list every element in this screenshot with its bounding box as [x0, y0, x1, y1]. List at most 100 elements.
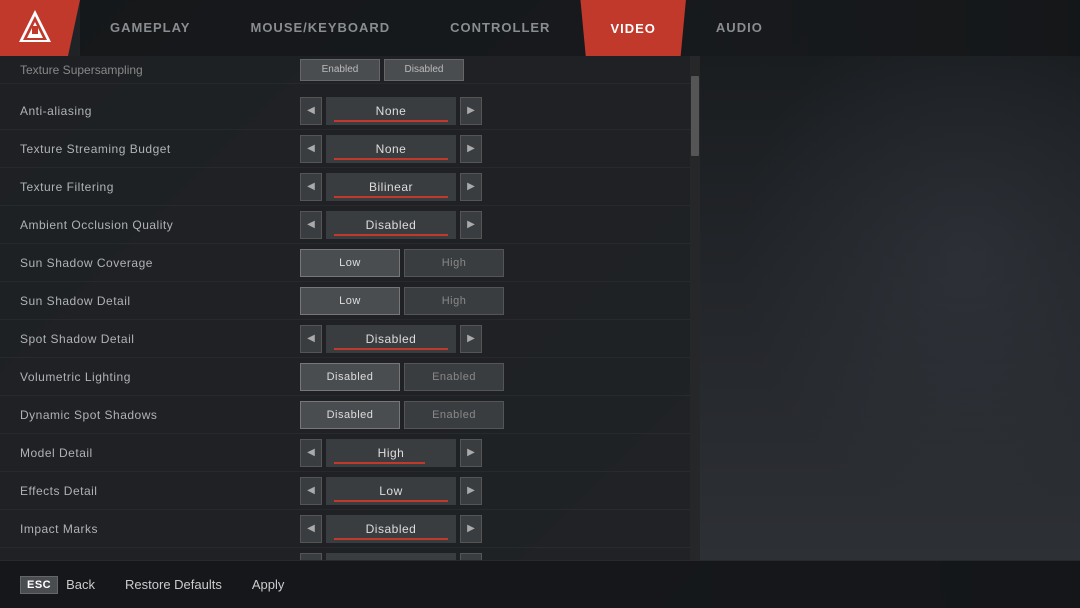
control-model-detail: ◀ High ▶ — [300, 439, 684, 467]
selector-ambient-occlusion: ◀ Disabled ▶ — [300, 211, 482, 239]
partial-row: Texture Supersampling Enabled Disabled — [0, 56, 700, 84]
tab-gameplay[interactable]: GAMEPLAY — [80, 0, 220, 56]
tab-mouse-keyboard[interactable]: MOUSE/KEYBOARD — [220, 0, 420, 56]
apply-label: Apply — [252, 577, 285, 592]
settings-list: Anti-aliasing ◀ None ▶ Texture Streaming… — [0, 84, 700, 560]
setting-row-impact-marks: Impact Marks ◀ Disabled ▶ — [0, 510, 700, 548]
toggle-volumetric-lighting: Disabled Enabled — [300, 363, 504, 391]
restore-defaults-label: Restore Defaults — [125, 577, 222, 592]
underline-effects-detail — [334, 500, 448, 502]
apex-logo-icon — [13, 6, 57, 50]
value-spot-shadow-detail: Disabled — [326, 325, 456, 353]
setting-row-ambient-occlusion: Ambient Occlusion Quality ◀ Disabled ▶ — [0, 206, 700, 244]
back-action[interactable]: ESC Back — [20, 576, 95, 594]
label-anti-aliasing: Anti-aliasing — [20, 104, 300, 118]
arrow-right-ragdolls[interactable]: ▶ — [460, 553, 482, 561]
setting-row-spot-shadow-detail: Spot Shadow Detail ◀ Disabled ▶ — [0, 320, 700, 358]
arrow-left-impact-marks[interactable]: ◀ — [300, 515, 322, 543]
toggle-sun-detail-low[interactable]: Low — [300, 287, 400, 315]
value-anti-aliasing: None — [326, 97, 456, 125]
content-area: Texture Supersampling Enabled Disabled A… — [0, 56, 1080, 560]
selector-anti-aliasing: ◀ None ▶ — [300, 97, 482, 125]
toggle-sun-shadow-detail: Low High — [300, 287, 504, 315]
apply-action[interactable]: Apply — [252, 577, 285, 592]
arrow-left-spot-shadow[interactable]: ◀ — [300, 325, 322, 353]
arrow-left-anti-aliasing[interactable]: ◀ — [300, 97, 322, 125]
nav-bar: GAMEPLAY MOUSE/KEYBOARD CONTROLLER VIDEO… — [0, 0, 1080, 56]
tab-video[interactable]: VIDEO — [580, 0, 685, 56]
arrow-right-spot-shadow[interactable]: ▶ — [460, 325, 482, 353]
arrow-left-model-detail[interactable]: ◀ — [300, 439, 322, 467]
restore-defaults-action[interactable]: Restore Defaults — [125, 577, 222, 592]
value-impact-marks: Disabled — [326, 515, 456, 543]
control-volumetric-lighting: Disabled Enabled — [300, 363, 684, 391]
toggle-sun-detail-high[interactable]: High — [404, 287, 504, 315]
partial-control: Enabled Disabled — [300, 59, 684, 81]
tab-audio[interactable]: AUDIO — [686, 0, 793, 56]
partial-option2[interactable]: Disabled — [384, 59, 464, 81]
arrow-right-impact-marks[interactable]: ▶ — [460, 515, 482, 543]
arrow-right-model-detail[interactable]: ▶ — [460, 439, 482, 467]
nav-tabs: GAMEPLAY MOUSE/KEYBOARD CONTROLLER VIDEO… — [80, 0, 1080, 56]
underline-texture-filtering — [334, 196, 448, 198]
label-volumetric-lighting: Volumetric Lighting — [20, 370, 300, 384]
toggle-sun-coverage-low[interactable]: Low — [300, 249, 400, 277]
underline-ambient-occlusion — [334, 234, 448, 236]
label-sun-shadow-detail: Sun Shadow Detail — [20, 294, 300, 308]
control-texture-filtering: ◀ Bilinear ▶ — [300, 173, 684, 201]
value-model-detail: High — [326, 439, 456, 467]
control-ragdolls: ◀ Low ▶ — [300, 553, 684, 561]
right-panel — [700, 56, 1080, 560]
arrow-left-texture-filtering[interactable]: ◀ — [300, 173, 322, 201]
logo-area — [0, 0, 80, 56]
setting-row-anti-aliasing: Anti-aliasing ◀ None ▶ — [0, 92, 700, 130]
label-texture-streaming: Texture Streaming Budget — [20, 142, 300, 156]
selector-impact-marks: ◀ Disabled ▶ — [300, 515, 482, 543]
esc-key-badge: ESC — [20, 576, 58, 594]
tab-controller[interactable]: CONTROLLER — [420, 0, 580, 56]
label-dynamic-spot-shadows: Dynamic Spot Shadows — [20, 408, 300, 422]
arrow-right-texture-streaming[interactable]: ▶ — [460, 135, 482, 163]
underline-spot-shadow — [334, 348, 448, 350]
control-sun-shadow-detail: Low High — [300, 287, 684, 315]
arrow-right-texture-filtering[interactable]: ▶ — [460, 173, 482, 201]
setting-row-effects-detail: Effects Detail ◀ Low ▶ — [0, 472, 700, 510]
arrow-left-ambient-occlusion[interactable]: ◀ — [300, 211, 322, 239]
toggle-dynamic-enabled[interactable]: Enabled — [404, 401, 504, 429]
bottom-bar: ESC Back Restore Defaults Apply — [0, 560, 1080, 608]
selector-model-detail: ◀ High ▶ — [300, 439, 482, 467]
scrollbar-track — [690, 56, 700, 560]
arrow-right-ambient-occlusion[interactable]: ▶ — [460, 211, 482, 239]
underline-impact-marks — [334, 538, 448, 540]
value-effects-detail: Low — [326, 477, 456, 505]
arrow-right-effects-detail[interactable]: ▶ — [460, 477, 482, 505]
label-ambient-occlusion: Ambient Occlusion Quality — [20, 218, 300, 232]
control-spot-shadow-detail: ◀ Disabled ▶ — [300, 325, 684, 353]
toggle-sun-coverage-high[interactable]: High — [404, 249, 504, 277]
underline-anti-aliasing — [334, 120, 448, 122]
arrow-right-anti-aliasing[interactable]: ▶ — [460, 97, 482, 125]
scrollbar-thumb[interactable] — [691, 76, 699, 156]
control-texture-streaming: ◀ None ▶ — [300, 135, 684, 163]
toggle-dynamic-disabled[interactable]: Disabled — [300, 401, 400, 429]
selector-effects-detail: ◀ Low ▶ — [300, 477, 482, 505]
label-spot-shadow-detail: Spot Shadow Detail — [20, 332, 300, 346]
value-ambient-occlusion: Disabled — [326, 211, 456, 239]
toggle-volumetric-enabled[interactable]: Enabled — [404, 363, 504, 391]
control-anti-aliasing: ◀ None ▶ — [300, 97, 684, 125]
settings-panel: Texture Supersampling Enabled Disabled A… — [0, 56, 700, 560]
setting-row-ragdolls: Ragdolls ◀ Low ▶ — [0, 548, 700, 560]
arrow-left-effects-detail[interactable]: ◀ — [300, 477, 322, 505]
arrow-left-ragdolls[interactable]: ◀ — [300, 553, 322, 561]
control-ambient-occlusion: ◀ Disabled ▶ — [300, 211, 684, 239]
scene-background — [700, 56, 1080, 560]
toggle-dynamic-spot-shadows: Disabled Enabled — [300, 401, 504, 429]
toggle-volumetric-disabled[interactable]: Disabled — [300, 363, 400, 391]
underline-model-detail — [334, 462, 425, 464]
toggle-sun-shadow-coverage: Low High — [300, 249, 504, 277]
arrow-left-texture-streaming[interactable]: ◀ — [300, 135, 322, 163]
label-texture-filtering: Texture Filtering — [20, 180, 300, 194]
partial-option1[interactable]: Enabled — [300, 59, 380, 81]
value-texture-filtering: Bilinear — [326, 173, 456, 201]
partial-label: Texture Supersampling — [20, 63, 300, 77]
